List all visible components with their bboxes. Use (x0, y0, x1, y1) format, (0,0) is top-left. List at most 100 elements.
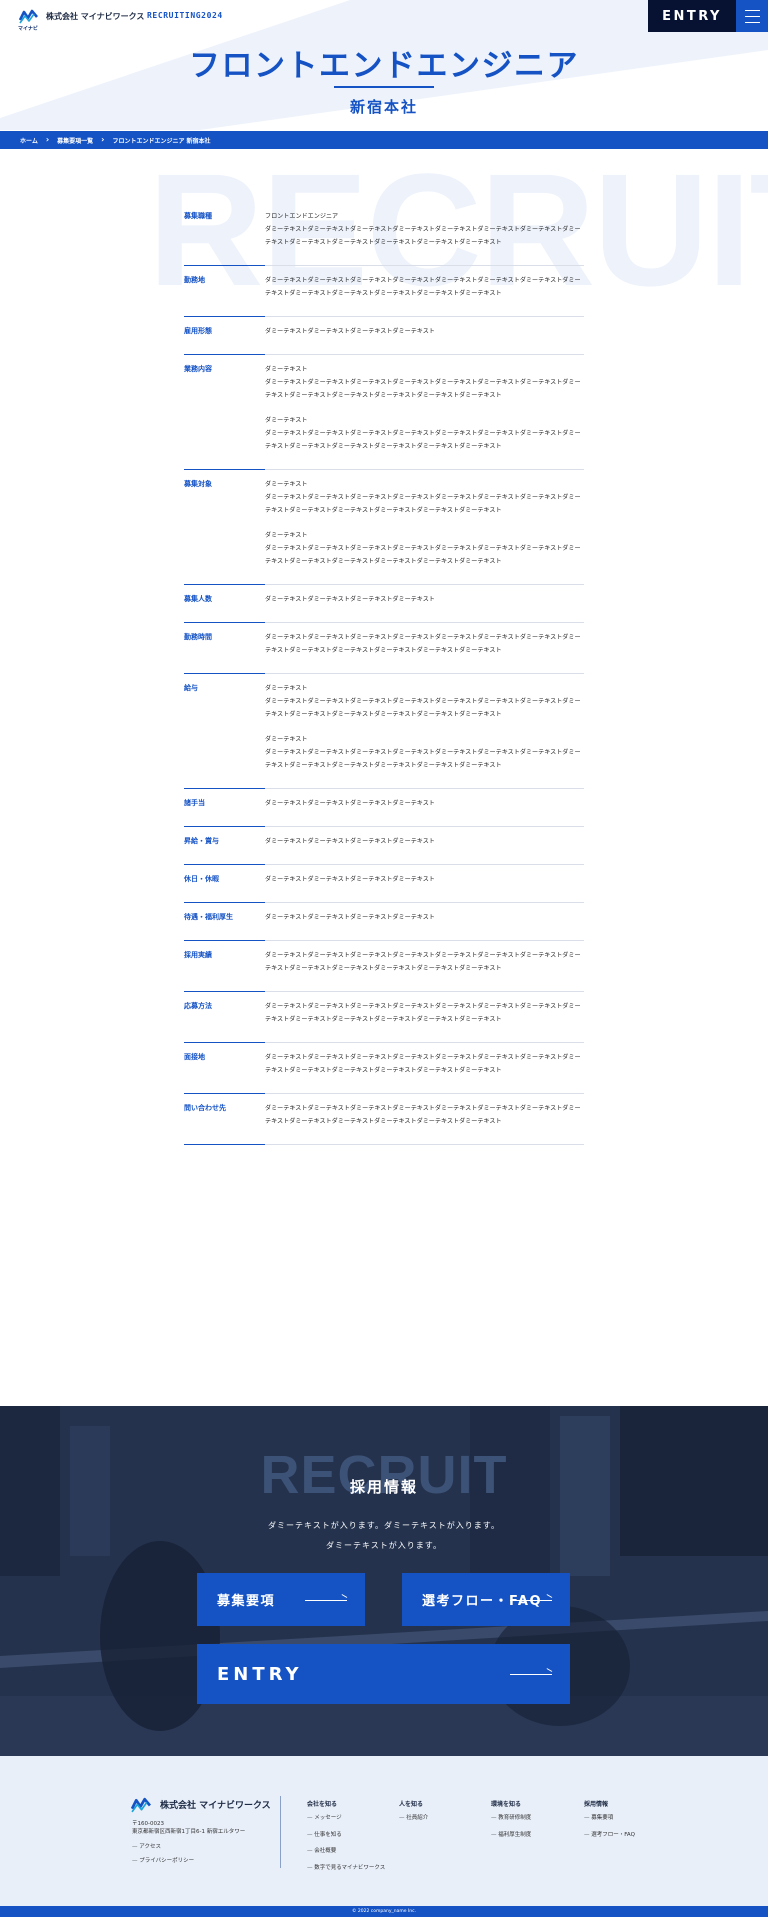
requirement-value: ダミーテキスト ダミーテキストダミーテキストダミーテキストダミーテキストダミーテ… (265, 363, 584, 453)
footer-link-access[interactable]: アクセス (132, 1842, 161, 1850)
requirement-row: 募集対象 ダミーテキスト ダミーテキストダミーテキストダミーテキストダミーテキスト… (184, 470, 584, 585)
requirement-paragraph: フロントエンドエンジニア ダミーテキストダミーテキストダミーテキストダミーテキス… (265, 213, 581, 246)
requirement-paragraph: ダミーテキスト ダミーテキストダミーテキストダミーテキストダミーテキストダミーテ… (265, 417, 581, 450)
requirement-value: ダミーテキストダミーテキストダミーテキストダミーテキストダミーテキストダミーテキ… (265, 1000, 584, 1026)
footer-street-address: 東京都新宿区西新宿1丁目6-1 新宿エルタワー (132, 1829, 246, 1835)
requirement-row: 諸手当 ダミーテキストダミーテキストダミーテキストダミーテキスト (184, 789, 584, 827)
recruit-text-line: ダミーテキストが入ります。ダミーテキストが入ります。 (268, 1521, 500, 1530)
requirement-value: ダミーテキストダミーテキストダミーテキストダミーテキスト (265, 325, 584, 338)
footer-link-jobs[interactable]: 仕事を知る (307, 1830, 342, 1838)
footer-link-benefits[interactable]: 福利厚生制度 (491, 1830, 531, 1838)
requirement-label: 待遇・福利厚生 (184, 913, 233, 921)
menu-line-icon (745, 16, 760, 17)
arrow-right-icon (510, 1599, 552, 1601)
mynavi-logo-icon[interactable] (131, 1796, 151, 1813)
footer-divider (280, 1796, 281, 1868)
hamburger-menu-button[interactable] (736, 0, 768, 32)
requirement-paragraph: ダミーテキストダミーテキストダミーテキストダミーテキストダミーテキストダミーテキ… (265, 1054, 581, 1074)
footer-link-message[interactable]: メッセージ (307, 1813, 341, 1821)
requirement-value: ダミーテキストダミーテキストダミーテキストダミーテキスト (265, 835, 584, 848)
requirement-row: 採用実績 ダミーテキストダミーテキストダミーテキストダミーテキストダミーテキストダ… (184, 941, 584, 992)
requirement-paragraph: ダミーテキスト ダミーテキストダミーテキストダミーテキストダミーテキストダミーテ… (265, 481, 581, 514)
requirement-row: 待遇・福利厚生 ダミーテキストダミーテキストダミーテキストダミーテキスト (184, 903, 584, 941)
copyright-bar: © 2022 company_name Inc. (0, 1906, 768, 1917)
requirement-value: ダミーテキストダミーテキストダミーテキストダミーテキストダミーテキストダミーテキ… (265, 1051, 584, 1077)
menu-line-icon (745, 10, 760, 11)
recruit-description: ダミーテキストが入ります。ダミーテキストが入ります。 ダミーテキストが入ります。 (0, 1516, 768, 1556)
requirement-label: 休日・休暇 (184, 875, 219, 883)
requirement-label: 募集人数 (184, 595, 212, 603)
requirement-paragraph: ダミーテキスト ダミーテキストダミーテキストダミーテキストダミーテキストダミーテ… (265, 685, 581, 718)
requirement-paragraph: ダミーテキストダミーテキストダミーテキストダミーテキスト (265, 838, 435, 845)
requirement-value: ダミーテキストダミーテキストダミーテキストダミーテキスト (265, 593, 584, 606)
requirement-paragraph: ダミーテキストダミーテキストダミーテキストダミーテキストダミーテキストダミーテキ… (265, 952, 581, 972)
logo-wordmark: マイナビ (18, 26, 38, 32)
requirements-button-label: 募集要項 (217, 1594, 276, 1609)
requirement-row: 応募方法 ダミーテキストダミーテキストダミーテキストダミーテキストダミーテキストダ… (184, 992, 584, 1043)
requirement-paragraph: ダミーテキスト ダミーテキストダミーテキストダミーテキストダミーテキストダミーテ… (265, 736, 581, 769)
requirement-label: 募集対象 (184, 480, 212, 488)
footer-heading-company: 会社を知る (307, 1801, 338, 1808)
requirement-paragraph: ダミーテキストダミーテキストダミーテキストダミーテキスト (265, 328, 435, 335)
entry-button[interactable]: ENTRY (648, 0, 736, 32)
requirement-row: 業務内容ダミーテキスト ダミーテキストダミーテキストダミーテキストダミーテキスト… (184, 355, 584, 470)
hero-section: マイナビ 株式会社 マイナビワークス RECRUITING2024 ENTRY … (0, 0, 768, 130)
footer-link-company-overview[interactable]: 会社概要 (307, 1846, 336, 1854)
requirement-label: 採用実績 (184, 951, 212, 959)
requirement-value: ダミーテキスト ダミーテキストダミーテキストダミーテキストダミーテキストダミーテ… (265, 682, 584, 772)
mynavi-logo-icon[interactable] (19, 8, 38, 24)
requirement-row: 雇用形態 ダミーテキストダミーテキストダミーテキストダミーテキスト (184, 317, 584, 355)
requirement-label: 勤務地 (184, 276, 205, 284)
footer-link-privacy-policy[interactable]: プライバシーポリシー (132, 1856, 194, 1864)
requirement-row: 昇給・賞与 ダミーテキストダミーテキストダミーテキストダミーテキスト (184, 827, 584, 865)
requirement-row: 勤務地 ダミーテキストダミーテキストダミーテキストダミーテキストダミーテキストダミ… (184, 266, 584, 317)
breadcrumb-requirements-list[interactable]: 募集要項一覧 (57, 136, 93, 145)
footer-link-numbers[interactable]: 数字で見るマイナビワークス (307, 1863, 385, 1871)
requirement-row: 募集人数 ダミーテキストダミーテキストダミーテキストダミーテキスト (184, 585, 584, 623)
footer-heading-recruit: 採用情報 (584, 1801, 609, 1808)
requirement-label: 勤務時間 (184, 633, 212, 641)
requirement-label: 応募方法 (184, 1002, 212, 1010)
requirement-label: 業務内容 (184, 365, 212, 373)
requirement-value: ダミーテキストダミーテキストダミーテキストダミーテキストダミーテキストダミーテキ… (265, 631, 584, 657)
page-subtitle: 新宿本社 (349, 98, 418, 116)
copyright-text: © 2022 company_name Inc. (351, 1909, 417, 1914)
footer-link-selection-flow[interactable]: 選考フロー・FAQ (584, 1830, 635, 1838)
recruiting-label[interactable]: RECRUITING2024 (147, 11, 223, 20)
title-divider (334, 86, 434, 88)
chevron-right-icon: › (45, 135, 50, 144)
requirements-button[interactable]: 募集要項 (197, 1573, 365, 1626)
entry-cta-button[interactable]: ENTRY (197, 1644, 570, 1704)
breadcrumb-home[interactable]: ホーム (20, 136, 38, 145)
footer-company-name: 株式会社 マイナビワークス (160, 1801, 271, 1811)
recruit-text-line: ダミーテキストが入ります。 (326, 1541, 442, 1550)
requirement-value: ダミーテキストダミーテキストダミーテキストダミーテキスト (265, 873, 584, 886)
requirement-paragraph: ダミーテキストダミーテキストダミーテキストダミーテキスト (265, 876, 435, 883)
arrow-right-icon (510, 1674, 552, 1675)
requirement-label: 募集職種 (184, 212, 212, 220)
requirement-paragraph: ダミーテキストダミーテキストダミーテキストダミーテキスト (265, 596, 435, 603)
requirement-row: 問い合わせ先 ダミーテキストダミーテキストダミーテキストダミーテキストダミーテキス… (184, 1094, 584, 1145)
footer-link-staff[interactable]: 社員紹介 (399, 1813, 428, 1821)
requirement-paragraph: ダミーテキストダミーテキストダミーテキストダミーテキストダミーテキストダミーテキ… (265, 1003, 581, 1023)
requirement-label: 昇給・賞与 (184, 837, 219, 845)
requirement-label: 諸手当 (184, 799, 205, 807)
requirement-row: 募集職種 フロントエンドエンジニア ダミーテキストダミーテキストダミーテキストダミ… (184, 202, 584, 266)
requirement-label: 給与 (184, 684, 198, 692)
footer-link-requirements[interactable]: 募集要項 (584, 1813, 613, 1821)
requirement-label: 雇用形態 (184, 327, 212, 335)
requirement-value: ダミーテキストダミーテキストダミーテキストダミーテキストダミーテキストダミーテキ… (265, 274, 584, 300)
requirement-paragraph: ダミーテキストダミーテキストダミーテキストダミーテキストダミーテキストダミーテキ… (265, 634, 581, 654)
page-title: フロントエンドエンジニア (189, 48, 579, 84)
requirement-paragraph: ダミーテキストダミーテキストダミーテキストダミーテキスト (265, 800, 435, 807)
footer-link-training[interactable]: 教育研修制度 (491, 1813, 531, 1821)
entry-cta-button-label: ENTRY (217, 1663, 303, 1685)
footer-address: 〒160-0023 東京都新宿区西新宿1丁目6-1 新宿エルタワー (132, 1820, 245, 1836)
company-name[interactable]: 株式会社 マイナビワークス (46, 11, 144, 22)
arrow-right-icon (305, 1599, 347, 1601)
footer-heading-environment: 環境を知る (491, 1801, 522, 1808)
requirement-row: 休日・休暇 ダミーテキストダミーテキストダミーテキストダミーテキスト (184, 865, 584, 903)
requirement-value: ダミーテキストダミーテキストダミーテキストダミーテキスト (265, 797, 584, 810)
footer-postal-code: 〒160-0023 (132, 1821, 164, 1827)
selection-flow-faq-button[interactable]: 選考フロー・FAQ (402, 1573, 570, 1626)
